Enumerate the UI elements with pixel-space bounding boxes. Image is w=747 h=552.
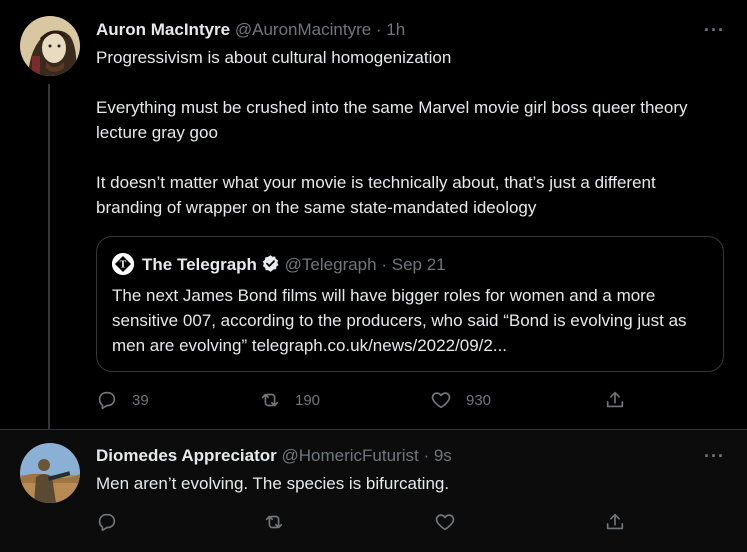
like-icon [435,514,455,531]
quote-time[interactable]: · Sep 21 [381,255,445,274]
retweet-icon [261,393,279,407]
quoted-tweet[interactable]: T The Telegraph @Telegraph · Sep 21 The … [96,236,724,372]
retweet-button[interactable]: 190 [259,389,320,411]
like-button[interactable] [434,511,456,533]
telegraph-logo-icon: T [112,253,134,275]
reply-button[interactable] [96,511,118,533]
reply-icon [98,391,116,410]
retweet-count: 190 [295,391,321,409]
tweet-diomedes[interactable]: Diomedes Appreciator @HomericFuturist · … [0,429,747,552]
quote-author-handle[interactable]: @Telegraph [285,255,377,274]
quote-text: The next James Bond films will have bigg… [112,286,687,355]
like-icon [431,392,451,409]
author-handle[interactable]: @HomericFuturist [281,446,418,465]
author-name[interactable]: Auron MacIntyre [96,20,230,39]
verified-badge-icon [261,254,280,278]
author-name[interactable]: Diomedes Appreciator [96,446,277,465]
quote-header: The Telegraph @Telegraph · Sep 21 [142,254,446,278]
tweet-actions: 39 190 930 [96,389,636,411]
tweet-paragraph: Progressivism is about cultural homogeni… [96,48,452,67]
tweet-time[interactable]: · 9s [423,446,451,465]
tweet-actions [96,511,636,533]
tweet-text: Progressivism is about cultural homogeni… [96,45,726,220]
tweet-paragraph: It doesn’t matter what your movie is tec… [96,173,656,217]
more-icon[interactable]: ··· [704,20,725,41]
like-count: 930 [466,391,492,409]
svg-text:T: T [120,260,127,271]
author-handle[interactable]: @AuronMacintyre [235,20,371,39]
thread-line [48,84,50,429]
tweet-paragraph: Everything must be crushed into the same… [96,98,688,142]
reply-count: 39 [132,391,149,409]
share-icon [606,513,624,530]
tweet-auron[interactable]: Auron MacIntyre @AuronMacintyre · 1h ···… [0,0,747,429]
tweet-text: Men aren’t evolving. The species is bifu… [96,474,450,493]
avatar-diomedes[interactable] [20,443,80,503]
share-button[interactable] [604,389,626,411]
tweet-header: Diomedes Appreciator @HomericFuturist · … [96,446,452,466]
like-button[interactable]: 930 [430,389,491,411]
tweet-time[interactable]: · 1h [376,20,405,39]
reply-icon [98,513,116,532]
more-icon[interactable]: ··· [704,446,725,467]
quote-author-name[interactable]: The Telegraph [142,255,257,274]
reply-button[interactable]: 39 [96,389,149,411]
share-icon [606,391,624,408]
share-button[interactable] [604,511,626,533]
retweet-button[interactable] [263,511,285,533]
tweet-header: Auron MacIntyre @AuronMacintyre · 1h [96,20,405,40]
retweet-icon [265,515,283,529]
avatar-auron[interactable] [20,16,80,76]
